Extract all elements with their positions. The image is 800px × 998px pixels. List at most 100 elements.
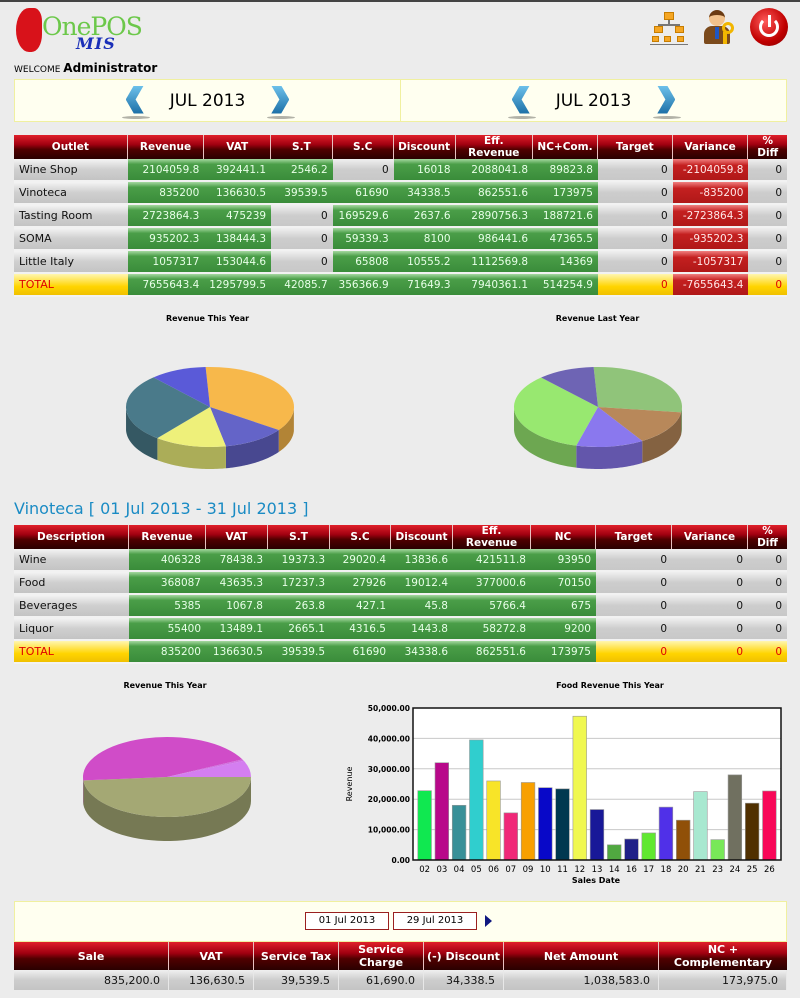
- table-cell: 421511.8: [453, 549, 531, 572]
- month-selector-current: JUL 2013: [15, 80, 401, 121]
- row-label: Food: [14, 572, 129, 595]
- table-cell: 675: [531, 595, 596, 618]
- column-header: Discount: [391, 525, 453, 549]
- table-cell: -835200: [672, 182, 749, 205]
- bar-14[interactable]: [607, 844, 622, 861]
- bar-17[interactable]: [641, 832, 656, 861]
- row-label: Beverages: [14, 595, 129, 618]
- play-arrow-icon[interactable]: [485, 915, 492, 927]
- column-header: Eff. Revenue: [453, 525, 531, 549]
- table-cell: 0: [748, 205, 787, 228]
- table-row[interactable]: Little Italy 1057317 153044.6 0 65808 10555.2…: [14, 251, 787, 274]
- summary-value: 136,630.5: [169, 970, 254, 990]
- bar-12[interactable]: [572, 715, 587, 861]
- bar-04[interactable]: [451, 804, 467, 861]
- from-date-input[interactable]: 01 Jul 2013: [305, 912, 389, 930]
- table-row[interactable]: Liquor 55400 13489.1 2665.1 4316.5 1443.8 5827…: [14, 618, 787, 641]
- y-tick-label: 10,000.00: [368, 826, 410, 835]
- table-cell: 0: [748, 182, 787, 205]
- table-row[interactable]: Tasting Room 2723864.3 475239 0 169529.6 2637…: [14, 205, 787, 228]
- table-cell: 862551.6: [455, 182, 534, 205]
- row-label: Wine Shop: [14, 159, 128, 182]
- bar-11[interactable]: [555, 788, 570, 861]
- bar-06[interactable]: [486, 780, 501, 861]
- y-tick-label: 50,000.00: [368, 704, 410, 713]
- row-label: TOTAL: [14, 274, 128, 297]
- column-header: Revenue: [127, 135, 205, 159]
- table-row[interactable]: Vinoteca 835200 136630.5 39539.5 61690 34338.…: [14, 182, 787, 205]
- bar-20[interactable]: [676, 819, 691, 861]
- welcome-message: WELCOME Administrator: [14, 61, 157, 75]
- table-cell: 5385: [129, 595, 206, 618]
- next-month-icon[interactable]: [267, 83, 296, 119]
- table-row[interactable]: Food 368087 43635.3 17237.3 27926 19012.4 3770…: [14, 572, 787, 595]
- to-date-input[interactable]: 29 Jul 2013: [393, 912, 477, 930]
- column-header: S.C: [332, 135, 394, 159]
- user-key-icon[interactable]: [700, 8, 738, 46]
- table-cell: 406328: [129, 549, 206, 572]
- table-cell: 2637.6: [393, 205, 456, 228]
- column-header: NC: [531, 525, 596, 549]
- next-month-icon[interactable]: [653, 83, 682, 119]
- table-cell: 70150: [531, 572, 596, 595]
- summary-header: (-) Discount: [424, 942, 504, 970]
- column-header: Eff. Revenue: [455, 135, 534, 159]
- pie-chart-last-year: [514, 367, 682, 469]
- table-cell: 1295799.5: [204, 274, 272, 297]
- bar-07[interactable]: [503, 812, 518, 861]
- table-cell: 0: [271, 251, 333, 274]
- table-cell: 368087: [129, 572, 206, 595]
- table-cell: 89823.8: [533, 159, 598, 182]
- table-cell: 0: [597, 205, 673, 228]
- table-cell: 392441.1: [204, 159, 272, 182]
- table-cell: 2723864.3: [127, 205, 205, 228]
- table-row[interactable]: Wine 406328 78438.3 19373.3 29020.4 13836.6 42…: [14, 549, 787, 572]
- table-cell: 136630.5: [204, 182, 272, 205]
- bar-18[interactable]: [658, 806, 674, 861]
- prev-month-icon[interactable]: [121, 83, 150, 119]
- table-row[interactable]: Beverages 5385 1067.8 263.8 427.1 45.8 5766.4 6…: [14, 595, 787, 618]
- table-cell: -2104059.8: [672, 159, 749, 182]
- summary-value: 1,038,583.0: [504, 970, 659, 990]
- bar-24[interactable]: [727, 774, 743, 861]
- bar-21[interactable]: [693, 791, 708, 861]
- table-row[interactable]: Wine Shop 2104059.8 392441.1 2546.2 0 16018 20…: [14, 159, 787, 182]
- table-row[interactable]: SOMA 935202.3 138444.3 0 59339.3 8100 986441.6…: [14, 228, 787, 251]
- bar-10[interactable]: [538, 787, 553, 861]
- bar-25[interactable]: [745, 802, 760, 861]
- total-row[interactable]: TOTAL 7655643.4 1295799.5 42085.7 356366.9 71…: [14, 274, 787, 297]
- bar-23[interactable]: [710, 839, 725, 861]
- power-icon[interactable]: [750, 8, 788, 46]
- table-cell: 0: [748, 274, 787, 297]
- total-row[interactable]: TOTAL 835200 136630.5 39539.5 61690 34338.6 86…: [14, 641, 787, 664]
- table-cell: 0: [672, 572, 748, 595]
- pie-slice[interactable]: [593, 367, 682, 413]
- column-header: Discount: [393, 135, 456, 159]
- bar-05[interactable]: [469, 739, 484, 861]
- column-header: Target: [597, 135, 673, 159]
- table-cell: 0: [672, 549, 748, 572]
- bar-26[interactable]: [762, 790, 777, 861]
- table-cell: 173975: [533, 182, 598, 205]
- table-cell: 0: [596, 572, 672, 595]
- table-cell: 47365.5: [533, 228, 598, 251]
- column-header: % Diff: [748, 135, 787, 159]
- hierarchy-icon[interactable]: [650, 8, 688, 46]
- column-header: Target: [596, 525, 672, 549]
- table-cell: 8100: [393, 228, 456, 251]
- table-cell: 1443.8: [391, 618, 453, 641]
- bar-03[interactable]: [434, 762, 449, 861]
- table-cell: 935202.3: [127, 228, 205, 251]
- column-header: Revenue: [129, 525, 206, 549]
- table-cell: 19012.4: [391, 572, 453, 595]
- table-cell: 0: [672, 641, 748, 664]
- table-cell: 0: [271, 228, 333, 251]
- y-axis-label: Revenue: [345, 767, 354, 802]
- bar-09[interactable]: [520, 782, 536, 861]
- bar-13[interactable]: [589, 809, 605, 861]
- bar-16[interactable]: [624, 838, 639, 861]
- table-cell: 0: [672, 618, 748, 641]
- prev-month-icon[interactable]: [507, 83, 536, 119]
- bar-02[interactable]: [417, 790, 432, 861]
- table-cell: 14369: [533, 251, 598, 274]
